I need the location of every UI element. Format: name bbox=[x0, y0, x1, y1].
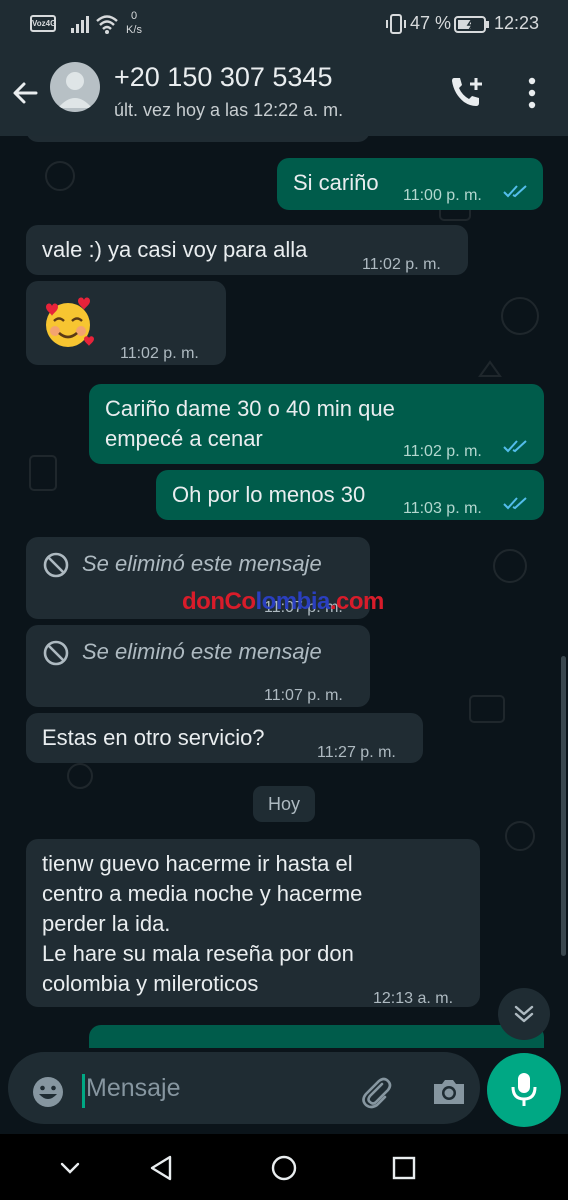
wifi-icon bbox=[96, 15, 118, 34]
message-time: 11:02 p. m. bbox=[362, 256, 441, 273]
battery-percent: 47 % bbox=[410, 13, 452, 33]
text-cursor bbox=[82, 1074, 85, 1108]
message-composer: Mensaje bbox=[0, 1048, 568, 1134]
vibrate-icon bbox=[386, 14, 406, 34]
scrollbar[interactable] bbox=[561, 656, 566, 956]
recent-apps-square-icon[interactable] bbox=[386, 1150, 422, 1186]
status-bar: Voz4G 0 K/s 47 % 12:23 bbox=[0, 0, 568, 50]
watermark: donColombia.com bbox=[182, 588, 384, 615]
default-avatar-icon bbox=[58, 72, 92, 108]
emoji-icon[interactable] bbox=[30, 1074, 66, 1110]
add-call-icon[interactable] bbox=[448, 74, 488, 110]
smiling-face-with-hearts-icon bbox=[46, 297, 94, 347]
double-chevron-down-icon bbox=[514, 1005, 534, 1023]
message-time: 12:13 a. m. bbox=[373, 990, 454, 1007]
message-list[interactable]: Si cariño 11:00 p. m. vale :) ya casi vo… bbox=[0, 136, 568, 1048]
clock: 12:23 bbox=[494, 13, 540, 33]
message-input-container[interactable]: Mensaje bbox=[8, 1052, 480, 1124]
read-receipt-icon bbox=[503, 440, 527, 453]
message-text: vale :) ya casi voy para alla bbox=[42, 237, 308, 262]
message-bubble-outgoing[interactable]: Si cariño 11:00 p. m. bbox=[277, 158, 543, 210]
scroll-to-bottom-button[interactable] bbox=[498, 988, 550, 1040]
message-input[interactable]: Mensaje bbox=[86, 1074, 181, 1103]
message-text-line: Cariño dame 30 o 40 min que bbox=[105, 396, 395, 421]
microphone-icon bbox=[511, 1073, 537, 1106]
data-rate-unit: K/s bbox=[126, 24, 142, 36]
message-bubble-deleted[interactable]: Se eliminó este mensaje 11:07 p. m. bbox=[26, 625, 370, 707]
home-circle-icon[interactable] bbox=[266, 1150, 302, 1186]
signal-icon bbox=[71, 16, 89, 33]
contact-name[interactable]: +20 150 307 5345 bbox=[114, 62, 332, 93]
message-time: 11:07 p. m. bbox=[264, 687, 343, 704]
message-time: 11:02 p. m. bbox=[403, 443, 482, 460]
message-text-line: colombia y mileroticos bbox=[42, 971, 259, 996]
blocked-icon bbox=[43, 552, 69, 578]
deleted-message-text: Se eliminó este mensaje bbox=[82, 639, 322, 664]
message-bubble-incoming[interactable]: tienw guevo hacerme ir hasta el centro a… bbox=[26, 839, 480, 1007]
avatar[interactable] bbox=[50, 62, 100, 112]
message-text-line: Le hare su mala reseña por don bbox=[42, 941, 354, 966]
message-text-line: tienw guevo hacerme ir hasta el bbox=[42, 851, 353, 876]
message-text-line: empecé a cenar bbox=[105, 426, 263, 451]
message-bubble-partial bbox=[89, 1025, 544, 1048]
message-bubble-incoming[interactable]: vale :) ya casi voy para alla 11:02 p. m… bbox=[26, 225, 468, 275]
message-time: 11:27 p. m. bbox=[317, 744, 396, 761]
message-text: Oh por lo menos 30 bbox=[172, 482, 366, 507]
back-triangle-icon[interactable] bbox=[144, 1150, 180, 1186]
message-text: Estas en otro servicio? bbox=[42, 725, 265, 750]
data-rate-value: 0 bbox=[130, 10, 138, 22]
message-text-line: perder la ida. bbox=[42, 911, 171, 936]
whatsapp-chat-screen: { "status_bar": { "carrier_badge": "Voz4… bbox=[0, 0, 568, 1200]
carrier-badge: Voz4G bbox=[30, 15, 56, 32]
read-receipt-icon bbox=[503, 185, 527, 198]
camera-icon[interactable] bbox=[430, 1074, 468, 1110]
message-bubble-partial bbox=[26, 136, 370, 142]
date-divider: Hoy bbox=[253, 786, 315, 822]
message-text-line: centro a media noche y hacerme bbox=[42, 881, 363, 906]
hide-keyboard-icon[interactable] bbox=[52, 1150, 88, 1186]
read-receipt-icon bbox=[503, 497, 527, 510]
message-bubble-incoming[interactable]: 11:02 p. m. bbox=[26, 281, 226, 365]
battery-icon bbox=[454, 16, 489, 33]
back-arrow-icon[interactable] bbox=[10, 78, 40, 108]
deleted-message-text: Se eliminó este mensaje bbox=[82, 551, 322, 576]
message-time: 11:02 p. m. bbox=[120, 345, 199, 362]
system-navigation-bar bbox=[0, 1134, 568, 1200]
message-bubble-incoming[interactable]: Estas en otro servicio? 11:27 p. m. bbox=[26, 713, 423, 763]
message-bubble-outgoing[interactable]: Oh por lo menos 30 11:03 p. m. bbox=[156, 470, 544, 520]
message-bubble-outgoing[interactable]: Cariño dame 30 o 40 min que empecé a cen… bbox=[89, 384, 544, 464]
more-options-icon[interactable] bbox=[520, 76, 544, 110]
message-time: 11:03 p. m. bbox=[403, 500, 482, 517]
attach-icon[interactable] bbox=[358, 1074, 394, 1110]
last-seen: últ. vez hoy a las 12:22 a. m. bbox=[114, 100, 344, 120]
voice-message-button[interactable] bbox=[487, 1053, 561, 1127]
message-text: Si cariño bbox=[293, 170, 379, 195]
message-time: 11:00 p. m. bbox=[403, 187, 482, 204]
blocked-icon bbox=[43, 640, 69, 666]
chat-header: +20 150 307 5345 últ. vez hoy a las 12:2… bbox=[0, 50, 568, 136]
